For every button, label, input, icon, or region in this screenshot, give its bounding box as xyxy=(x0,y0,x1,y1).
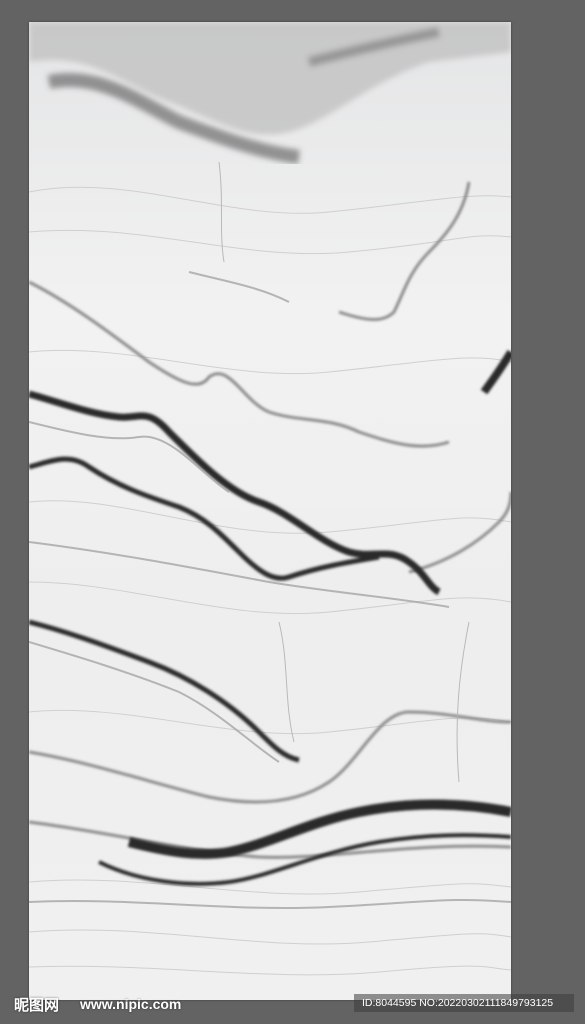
watermark-id: ID:8044595 NO:20220302111849793125 xyxy=(354,994,574,1012)
watermark-url[interactable]: www.nipic.com xyxy=(80,996,181,1012)
watermark-logo: 昵图网 xyxy=(14,996,60,1014)
marble-slab-image xyxy=(29,22,511,1000)
marble-texture xyxy=(29,22,511,1000)
screenshot-canvas: 昵图网 www.nipic.com ID:8044595 NO:20220302… xyxy=(0,0,585,1024)
